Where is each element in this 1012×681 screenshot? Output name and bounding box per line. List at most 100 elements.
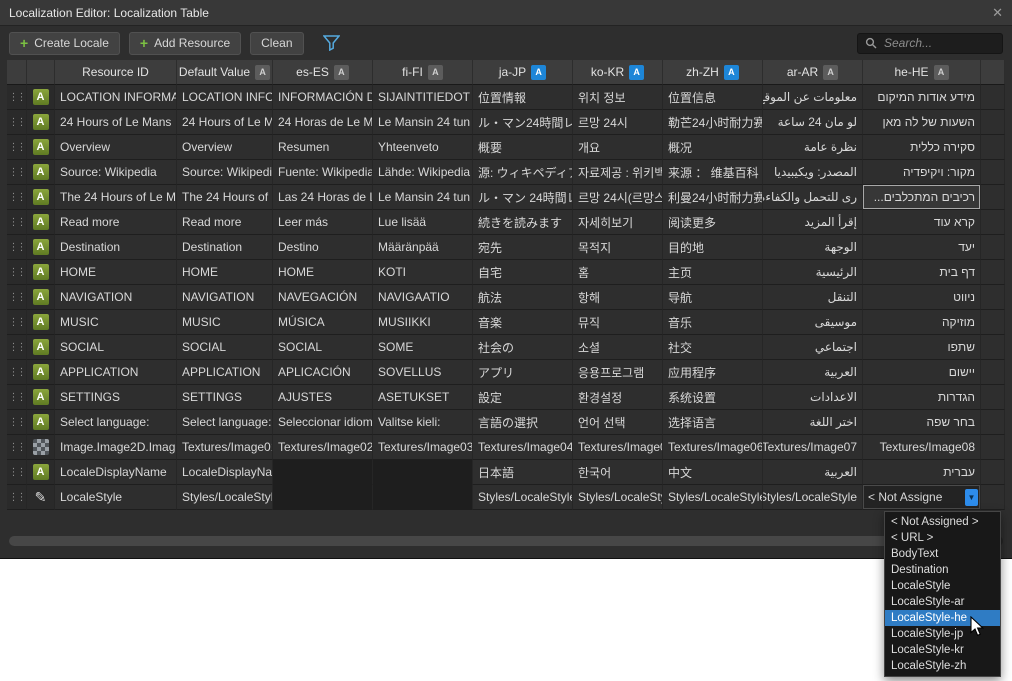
table-cell[interactable]: Styles/LocaleStyle [663, 485, 763, 510]
table-cell[interactable]: Lue lisää [373, 210, 473, 235]
table-cell[interactable]: 阅读更多 [663, 210, 763, 235]
horizontal-scrollbar[interactable] [9, 536, 1003, 546]
column-header[interactable]: es-ESA [273, 60, 373, 85]
drag-handle[interactable]: ⋮⋮ [7, 185, 27, 210]
table-cell[interactable]: KOTI [373, 260, 473, 285]
table-cell[interactable]: Textures/Image02 [273, 435, 373, 460]
translate-culture-icon[interactable]: A [724, 65, 739, 80]
filter-icon[interactable] [323, 35, 340, 51]
table-cell[interactable]: 主页 [663, 260, 763, 285]
table-cell[interactable]: 홈 [573, 260, 663, 285]
clean-button[interactable]: Clean [250, 32, 303, 55]
table-cell[interactable] [373, 485, 473, 510]
table-cell[interactable]: LocaleDisplayName [55, 460, 177, 485]
table-cell[interactable]: اختر اللغة [763, 410, 863, 435]
table-cell[interactable]: إقرأ المزيد [763, 210, 863, 235]
table-cell[interactable]: 항해 [573, 285, 663, 310]
table-cell[interactable]: Read more [55, 210, 177, 235]
table-cell[interactable]: 소셜 [573, 335, 663, 360]
table-cell[interactable]: דף בית [863, 260, 981, 285]
table-cell[interactable]: 利曼24小时耐力赛 [663, 185, 763, 210]
table-cell[interactable]: HOME [55, 260, 177, 285]
column-header[interactable]: zh-ZHA [663, 60, 763, 85]
table-cell[interactable]: 系统设置 [663, 385, 763, 410]
table-cell[interactable]: Määränpää [373, 235, 473, 260]
table-cell[interactable]: LOCATION INFORMAT [55, 85, 177, 110]
table-cell[interactable]: Styles/LocaleStyle [763, 485, 863, 510]
dropdown-item[interactable]: < URL > [885, 530, 1000, 546]
create-locale-button[interactable]: + Create Locale [9, 32, 120, 55]
add-resource-button[interactable]: + Add Resource [129, 32, 241, 55]
table-cell[interactable]: MUSIC [177, 310, 273, 335]
translate-culture-icon[interactable]: A [934, 65, 949, 80]
table-cell[interactable]: Resumen [273, 135, 373, 160]
table-cell[interactable]: 24 Hours of Le Mans [55, 110, 177, 135]
table-cell[interactable]: الرئيسية [763, 260, 863, 285]
table-cell[interactable]: Destination [177, 235, 273, 260]
translate-culture-icon[interactable]: A [255, 65, 270, 80]
scrollbar-thumb[interactable] [9, 536, 993, 546]
table-cell[interactable]: INFORMACIÓN D [273, 85, 373, 110]
table-cell[interactable]: 日本語 [473, 460, 573, 485]
table-cell[interactable]: Source: Wikipedi [177, 160, 273, 185]
dropdown-item[interactable]: < Not Assigned > [885, 514, 1000, 530]
table-cell[interactable]: HOME [177, 260, 273, 285]
table-cell[interactable]: معلومات عن الموقع [763, 85, 863, 110]
table-cell[interactable]: השעות של לה מאן [863, 110, 981, 135]
table-cell[interactable]: 中文 [663, 460, 763, 485]
table-cell[interactable]: الاعدادات [763, 385, 863, 410]
table-cell[interactable]: AJUSTES [273, 385, 373, 410]
table-cell[interactable]: SOCIAL [55, 335, 177, 360]
table-cell[interactable]: Valitse kieli: [373, 410, 473, 435]
table-cell[interactable]: 言語の選択 [473, 410, 573, 435]
translate-culture-icon[interactable]: A [823, 65, 838, 80]
drag-handle[interactable]: ⋮⋮ [7, 485, 27, 510]
table-cell[interactable]: NAVEGACIÓN [273, 285, 373, 310]
table-cell[interactable]: Select language: [177, 410, 273, 435]
table-cell[interactable]: SETTINGS [55, 385, 177, 410]
table-cell[interactable]: Destination [55, 235, 177, 260]
table-cell[interactable]: 自宅 [473, 260, 573, 285]
table-cell[interactable]: Textures/Image05 [573, 435, 663, 460]
table-cell[interactable]: ...רכיבים המתכלבים [863, 185, 981, 210]
table-cell[interactable]: Lähde: Wikipedia [373, 160, 473, 185]
table-cell[interactable]: 한국어 [573, 460, 663, 485]
table-cell[interactable]: The 24 Hours of Le M [55, 185, 177, 210]
table-cell[interactable]: בחר שפה [863, 410, 981, 435]
table-cell[interactable]: APLICACIÓN [273, 360, 373, 385]
dropdown-item[interactable]: Destination [885, 562, 1000, 578]
table-cell[interactable]: لو مان 24 ساعة [763, 110, 863, 135]
column-header[interactable]: he-HEA [863, 60, 981, 85]
translate-culture-icon[interactable]: A [334, 65, 349, 80]
table-cell[interactable]: 概要 [473, 135, 573, 160]
table-cell[interactable]: 設定 [473, 385, 573, 410]
table-cell[interactable]: 위치 정보 [573, 85, 663, 110]
table-cell[interactable]: موسيقى [763, 310, 863, 335]
table-cell[interactable]: 르망 24시(르망스 [573, 185, 663, 210]
translate-culture-icon[interactable]: A [531, 65, 546, 80]
table-cell[interactable]: Leer más [273, 210, 373, 235]
table-cell[interactable]: Textures/Image06 [663, 435, 763, 460]
dropdown-arrow-button[interactable]: ▼ [965, 489, 978, 506]
table-cell[interactable]: المصدر: ويكيبيديا [763, 160, 863, 185]
column-header[interactable]: Resource ID [55, 60, 177, 85]
table-cell[interactable]: Textures/Image08 [863, 435, 981, 460]
table-cell[interactable]: 응용프로그램 [573, 360, 663, 385]
drag-handle[interactable]: ⋮⋮ [7, 385, 27, 410]
table-cell[interactable]: 概况 [663, 135, 763, 160]
table-cell[interactable]: The 24 Hours of L [177, 185, 273, 210]
table-cell[interactable]: ASETUKSET [373, 385, 473, 410]
table-cell[interactable]: NAVIGATION [55, 285, 177, 310]
column-header[interactable]: Default ValueA [177, 60, 273, 85]
table-cell[interactable]: アプリ [473, 360, 573, 385]
table-cell[interactable]: 르망 24시 [573, 110, 663, 135]
table-cell[interactable]: 24 Hours of Le M [177, 110, 273, 135]
table-cell[interactable]: Textures/Image03 [373, 435, 473, 460]
table-cell[interactable]: 자료제공 : 위키백 [573, 160, 663, 185]
table-cell[interactable]: Styles/LocaleStyle [573, 485, 663, 510]
table-cell[interactable]: الوجهة [763, 235, 863, 260]
table-cell[interactable]: Image.Image2D.Imag [55, 435, 177, 460]
table-cell[interactable] [273, 460, 373, 485]
table-cell[interactable]: العربية [763, 360, 863, 385]
table-cell[interactable]: Fuente: Wikipedia [273, 160, 373, 185]
